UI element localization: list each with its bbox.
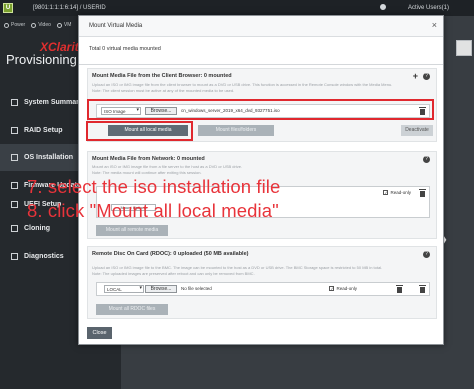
annotation-step-7: 7. select the iso installation file [27, 176, 281, 197]
rdoc-readonly-option[interactable]: ✓ Read-only [329, 286, 357, 291]
mount-all-remote-media-button[interactable]: Mount all remote media [96, 225, 168, 236]
raid-icon [11, 127, 18, 134]
rdoc-section: Remote Disc On Card (RDOC): 0 uploaded (… [87, 246, 437, 319]
deactivate-button[interactable]: Deactivate [401, 125, 433, 136]
help-icon[interactable]: ? [423, 73, 430, 80]
cloning-icon [11, 225, 18, 232]
trash-icon[interactable] [419, 285, 426, 293]
readonly-checkbox[interactable]: ✓ [383, 190, 389, 195]
rdoc-file-row: LOCAL Browse... No file selected ✓Read-o… [96, 282, 430, 296]
host-address: [9801:1:1:1:6:14] / USERID [33, 5, 106, 11]
rdoc-browse-button[interactable]: Browse... [145, 285, 177, 293]
mount-button-highlight [86, 121, 193, 141]
file-row-highlight [87, 99, 434, 120]
annotation-step-8: 8. click "Mount all local media" [27, 200, 279, 221]
mount-all-rdoc-files-button[interactable]: Mount all RDOC files [96, 304, 168, 315]
side-panel-button[interactable] [456, 40, 472, 56]
uefi-icon [11, 201, 18, 208]
user-icon [380, 4, 386, 10]
dialog-header: Mount Virtual Media [79, 16, 443, 37]
network-section-title: Mount Media File from Network: 0 mounted [92, 156, 205, 162]
dialog-title: Mount Virtual Media [89, 23, 143, 29]
os-icon [11, 154, 18, 161]
rdoc-section-note: Note: The uploaded images are preserved … [92, 271, 255, 276]
client-section-title: Mount Media File from the Client Browser… [92, 73, 232, 79]
help-icon[interactable]: ? [423, 156, 430, 163]
help-icon[interactable]: ? [423, 251, 430, 258]
rdoc-file-name: No file selected [181, 286, 212, 291]
mount-files-folders-button[interactable]: Mount files/folders [198, 125, 274, 136]
close-button[interactable]: Close [87, 327, 112, 339]
plus-icon[interactable]: + [413, 71, 418, 81]
top-bar: U [9801:1:1:1:6:14] / USERID Active User… [0, 0, 474, 16]
active-users[interactable]: Active Users(1) [408, 5, 449, 11]
client-section-note: Note: The client session must be active … [92, 88, 235, 93]
vm-icon [56, 22, 62, 28]
rdoc-section-title: Remote Disc On Card (RDOC): 0 uploaded (… [92, 251, 249, 257]
mounted-status: Total 0 virtual media mounted [89, 46, 161, 52]
video-button[interactable]: Video [31, 22, 51, 28]
vm-button[interactable]: VM [56, 22, 71, 28]
power-button[interactable]: Power [4, 22, 25, 28]
firmware-icon [11, 182, 18, 189]
logo: U [3, 3, 13, 13]
rdoc-type-select[interactable]: LOCAL [104, 285, 144, 293]
readonly-option[interactable]: ✓ Read-only [383, 190, 411, 195]
close-icon[interactable]: × [432, 21, 437, 30]
divider [79, 64, 443, 65]
upload-icon[interactable] [396, 285, 403, 293]
video-icon [31, 22, 37, 28]
diagnostics-icon [11, 253, 18, 260]
summary-icon [11, 99, 18, 106]
power-icon [4, 22, 9, 28]
rdoc-readonly-checkbox[interactable]: ✓ [329, 286, 335, 291]
trash-icon[interactable] [419, 189, 426, 197]
